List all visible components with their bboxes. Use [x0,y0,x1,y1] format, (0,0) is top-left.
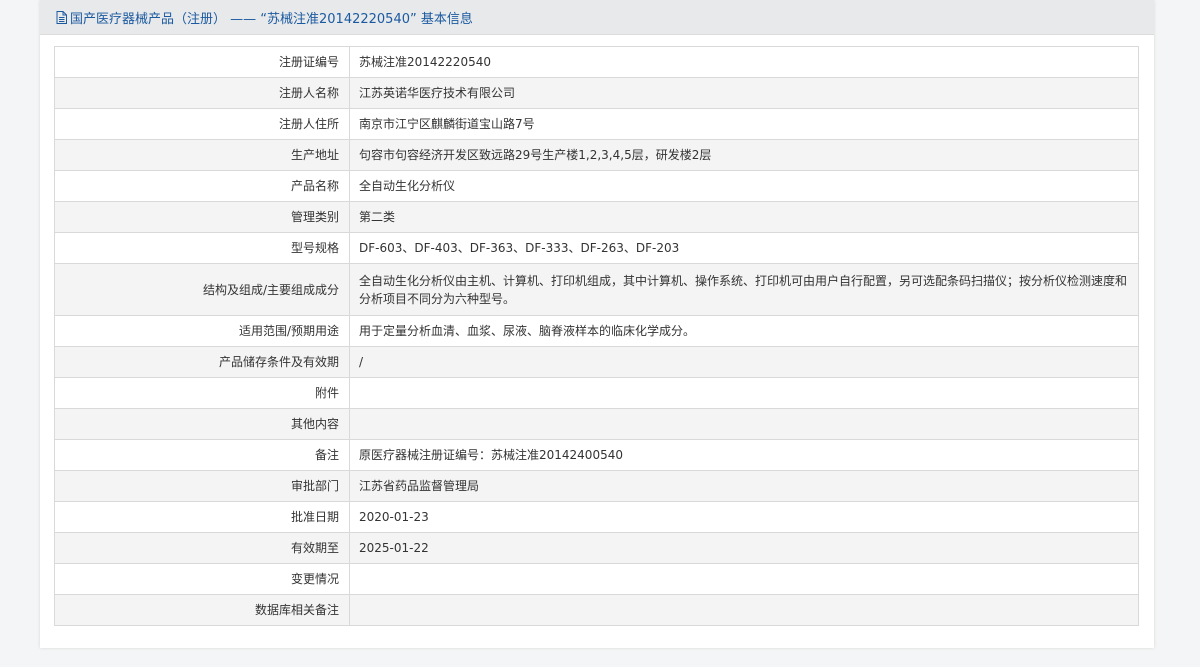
row-label: 备注 [54,439,350,471]
row-value [349,408,1139,440]
row-value: 用于定量分析血清、血浆、尿液、脑脊液样本的临床化学成分。 [349,315,1139,347]
row-value: / [349,346,1139,378]
row-value: DF-603、DF-403、DF-363、DF-333、DF-263、DF-20… [349,232,1139,264]
page-title: 国产医疗器械产品（注册） —— “苏械注准20142220540” 基本信息 [70,11,473,27]
table-row: 其他内容 [54,408,1139,440]
row-label: 型号规格 [54,232,350,264]
row-label: 注册人住所 [54,108,350,140]
row-label: 其他内容 [54,408,350,440]
row-value: 江苏英诺华医疗技术有限公司 [349,77,1139,109]
row-value: 全自动生化分析仪由主机、计算机、打印机组成，其中计算机、操作系统、打印机可由用户… [349,263,1139,316]
table-row: 备注 原医疗器械注册证编号：苏械注准20142400540 [54,439,1139,471]
row-label: 批准日期 [54,501,350,533]
row-value: 全自动生化分析仪 [349,170,1139,202]
row-label: 产品储存条件及有效期 [54,346,350,378]
detail-panel: 国产医疗器械产品（注册） —— “苏械注准20142220540” 基本信息 注… [40,0,1154,648]
row-label: 注册证编号 [54,46,350,78]
table-row: 型号规格 DF-603、DF-403、DF-363、DF-333、DF-263、… [54,232,1139,264]
row-value: 句容市句容经济开发区致远路29号生产楼1,2,3,4,5层，研发楼2层 [349,139,1139,171]
table-row: 生产地址 句容市句容经济开发区致远路29号生产楼1,2,3,4,5层，研发楼2层 [54,139,1139,171]
row-value: 江苏省药品监督管理局 [349,470,1139,502]
table-row: 注册人名称 江苏英诺华医疗技术有限公司 [54,77,1139,109]
info-table: 注册证编号 苏械注准20142220540 注册人名称 江苏英诺华医疗技术有限公… [54,46,1139,626]
row-label: 适用范围/预期用途 [54,315,350,347]
row-value: 2025-01-22 [349,532,1139,564]
row-value: 第二类 [349,201,1139,233]
table-row: 产品储存条件及有效期 / [54,346,1139,378]
table-row: 管理类别 第二类 [54,201,1139,233]
row-label: 附件 [54,377,350,409]
table-row: 适用范围/预期用途 用于定量分析血清、血浆、尿液、脑脊液样本的临床化学成分。 [54,315,1139,347]
table-row: 批准日期 2020-01-23 [54,501,1139,533]
row-value [349,377,1139,409]
row-value: 南京市江宁区麒麟街道宝山路7号 [349,108,1139,140]
table-row: 变更情况 [54,563,1139,595]
row-label: 生产地址 [54,139,350,171]
row-label: 结构及组成/主要组成成分 [54,263,350,316]
table-row: 审批部门 江苏省药品监督管理局 [54,470,1139,502]
row-value [349,563,1139,595]
row-label: 注册人名称 [54,77,350,109]
row-label: 有效期至 [54,532,350,564]
info-table-wrapper: 注册证编号 苏械注准20142220540 注册人名称 江苏英诺华医疗技术有限公… [54,46,1139,626]
row-value: 苏械注准20142220540 [349,46,1139,78]
table-row: 产品名称 全自动生化分析仪 [54,170,1139,202]
table-row: 注册人住所 南京市江宁区麒麟街道宝山路7号 [54,108,1139,140]
row-value: 原医疗器械注册证编号：苏械注准20142400540 [349,439,1139,471]
row-label: 产品名称 [54,170,350,202]
row-label: 审批部门 [54,470,350,502]
table-row: 结构及组成/主要组成成分 全自动生化分析仪由主机、计算机、打印机组成，其中计算机… [54,263,1139,316]
row-value [349,594,1139,626]
document-icon [56,10,67,24]
table-row: 附件 [54,377,1139,409]
table-row: 注册证编号 苏械注准20142220540 [54,46,1139,78]
row-value: 2020-01-23 [349,501,1139,533]
row-label: 变更情况 [54,563,350,595]
row-label: 管理类别 [54,201,350,233]
table-row: 有效期至 2025-01-22 [54,532,1139,564]
table-row: 数据库相关备注 [54,594,1139,626]
panel-header: 国产医疗器械产品（注册） —— “苏械注准20142220540” 基本信息 [40,0,1154,35]
row-label: 数据库相关备注 [54,594,350,626]
